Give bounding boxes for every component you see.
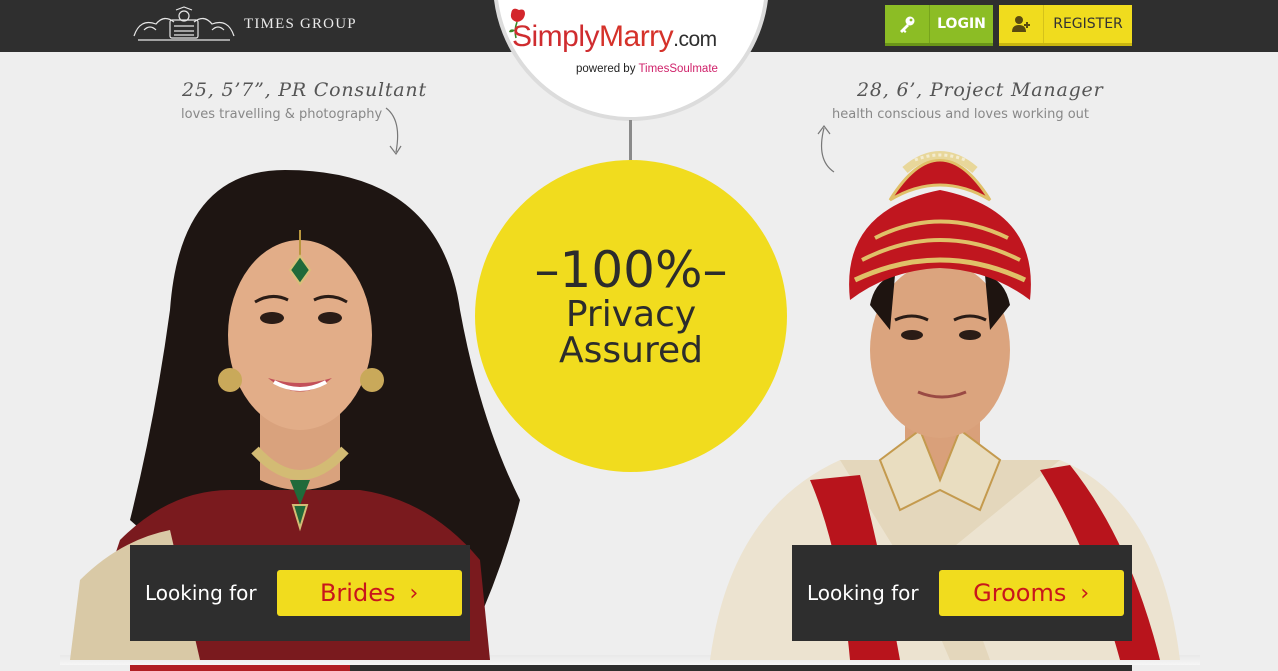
simplymarry-logo[interactable]: SimplyMarry.com powered by TimesSoulmate	[508, 6, 748, 78]
times-group-emblem-icon	[133, 6, 235, 41]
chevron-right-icon: ›	[1080, 580, 1090, 606]
times-group-label[interactable]: TIMES GROUP	[244, 16, 357, 33]
grooms-button-label: Grooms	[973, 579, 1067, 607]
key-icon	[885, 5, 930, 43]
logo-simply: Simply	[512, 20, 600, 53]
chevron-right-icon: ›	[409, 580, 419, 606]
looking-for-label: Looking for	[807, 581, 919, 605]
brides-button[interactable]: Brides ›	[276, 570, 462, 616]
bride-profile-title: 25, 5’7”, PR Consultant	[182, 79, 427, 101]
powered-by-text: powered by	[576, 63, 639, 75]
grooms-button[interactable]: Grooms ›	[938, 570, 1124, 616]
looking-for-grooms-panel: Looking for Grooms ›	[792, 545, 1132, 641]
privacy-line-1: Privacy	[565, 294, 697, 335]
looking-for-label: Looking for	[145, 581, 257, 605]
bride-profile-sub: loves travelling & photography	[181, 107, 383, 122]
groom-profile-sub: health conscious and loves working out	[832, 107, 1089, 122]
groom-profile-title: 28, 6’, Project Manager	[857, 79, 1104, 101]
register-label: REGISTER	[1053, 16, 1123, 32]
logo-dotcom: .com	[673, 28, 717, 51]
bottom-nav-accent	[130, 665, 350, 671]
bride-arrow-icon	[385, 107, 402, 156]
register-button[interactable]: REGISTER	[999, 5, 1132, 46]
logo-marry: Marry	[599, 20, 674, 53]
connector-line	[629, 120, 632, 160]
times-soulmate-text: TimesSoulmate	[638, 63, 718, 75]
privacy-line-2: Assured	[559, 330, 703, 371]
login-label: LOGIN	[937, 16, 986, 32]
add-user-icon	[999, 5, 1044, 43]
logo-powered-by: powered by TimesSoulmate	[576, 63, 718, 75]
logo-wordmark: SimplyMarry.com	[512, 20, 717, 54]
looking-for-brides-panel: Looking for Brides ›	[130, 545, 470, 641]
brides-button-label: Brides	[319, 579, 396, 607]
login-button[interactable]: LOGIN	[885, 5, 993, 46]
bottom-nav-strip	[130, 665, 1132, 671]
